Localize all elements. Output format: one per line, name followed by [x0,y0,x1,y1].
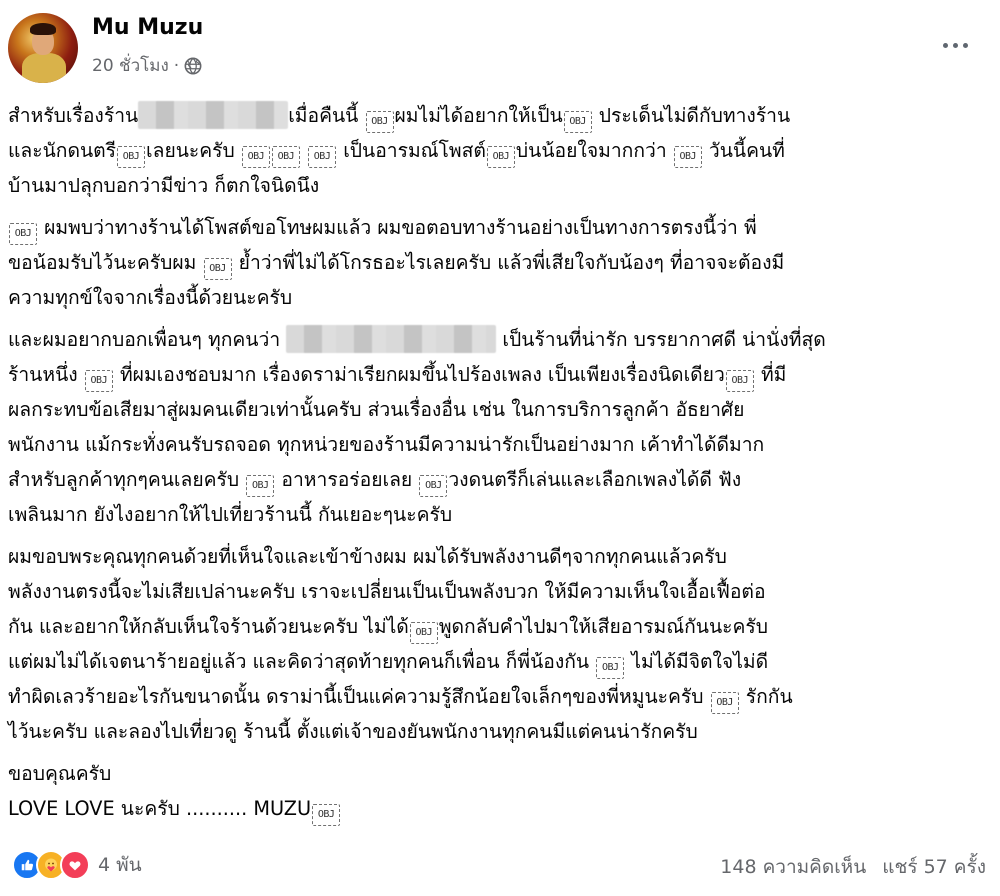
text-line: พลังงานตรงนี้จะไม่เสียเปล่านะครับ เราจะเ… [8,574,992,609]
share-count[interactable]: แชร์ 57 ครั้ง [882,852,986,882]
post-paragraph: ผมขอบพระคุณทุกคนด้วยที่เห็นใจและเข้าข้าง… [8,539,992,749]
missing-emoji-placeholder: OBJ [409,622,438,644]
post-header: Mu Muzu 20 ชั่วโมง · [0,0,1000,96]
text-line: สำหรับเรื่องร้าน เมื่อคืนนี้ OBJ ผมไม่ได้อ… [8,98,992,133]
text-line: ความทุกข์ใจจากเรื่องนี้ด้วยนะครับ [8,280,992,315]
facebook-post: Mu Muzu 20 ชั่วโมง · สำหรับเรื่องร้าน เมื… [0,0,1000,896]
text-segment: ผลกระทบข้อเสียมาสู่ผมคนเดียวเท่านั้นครับ… [8,398,745,421]
text-segment: พนักงาน แม้กระทั่งคนรับรถจอด ทุกหน่วยของ… [8,433,765,456]
text-segment: ร้านหนึ่ง [8,363,84,386]
text-line: ขอน้อมรับไว้นะครับผม OBJ ย้ำว่าพี่ไม่ได้… [8,245,992,280]
missing-emoji-placeholder: OBJ [84,370,113,392]
text-segment: และผมอยากบอกเพื่อนๆ ทุกคนว่า [8,328,287,351]
post-paragraph: และผมอยากบอกเพื่อนๆ ทุกคนว่า เป็นร้านที่… [8,322,992,532]
post-time[interactable]: 20 ชั่วโมง [92,52,169,79]
more-options-icon[interactable] [938,30,972,60]
post-paragraph: OBJ ผมพบว่าทางร้านได้โพสต์ขอโทษผมแล้ว ผม… [8,210,992,315]
post-stats: 148 ความคิดเห็น แชร์ 57 ครั้ง [720,852,986,882]
avatar[interactable] [8,13,78,83]
missing-emoji-placeholder: OBJ [725,370,754,392]
post-paragraph: ขอบคุณครับ LOVE LOVE นะครับ .......... MU… [8,756,992,826]
missing-emoji-placeholder: OBJ [312,804,341,826]
post-meta: 20 ชั่วโมง · [92,52,202,79]
text-segment: ขอบคุณครับ [8,762,112,785]
redacted-shop-name [138,101,289,129]
text-segment: รักกัน [739,685,793,708]
text-segment: ความทุกข์ใจจากเรื่องนี้ด้วยนะครับ [8,286,293,309]
text-line: กัน และอยากให้กลับเห็นใจร้านด้วยนะครับ ไ… [8,609,992,644]
text-segment: ประเด็นไม่ดีกับทางร้าน [592,104,791,127]
author-name[interactable]: Mu Muzu [92,15,203,40]
love-icon [60,850,90,880]
text-segment: ทำผิดเลวร้ายอะไรกันขนาดนั้น ดราม่านี้เป็… [8,685,710,708]
text-segment: ย้ำว่าพี่ไม่ได้โกรธอะไรเลยครับ แล้วพี่เส… [232,251,785,274]
text-line: บ้านมาปลุกบอกว่ามีข่าว ก็ตกใจนิดนึง [8,168,992,203]
text-line: พนักงาน แม้กระทั่งคนรับรถจอด ทุกหน่วยของ… [8,427,992,462]
text-line: ผมขอบพระคุณทุกคนด้วยที่เห็นใจและเข้าข้าง… [8,539,992,574]
comment-count[interactable]: 148 ความคิดเห็น [720,852,866,882]
text-line: ร้านหนึ่ง OBJ ที่ผมเองชอบมาก เรื่องดราม่… [8,357,992,392]
text-line: สำหรับลูกค้าทุกๆคนเลยครับ OBJ อาหารอร่อย… [8,462,992,497]
text-line: LOVE LOVE นะครับ .......... MUZU OBJ [8,791,992,826]
text-line: ผลกระทบข้อเสียมาสู่ผมคนเดียวเท่านั้นครับ… [8,392,992,427]
missing-emoji-placeholder: OBJ [563,111,592,133]
text-line: และนักดนตรี OBJ เลยนะครับ OBJ OBJ OBJ เป็นอ… [8,133,992,168]
text-segment: ขอน้อมรับไว้นะครับผม [8,251,203,274]
text-segment: บ้านมาปลุกบอกว่ามีข่าว ก็ตกใจนิดนึง [8,174,320,197]
text-segment: และนักดนตรี [8,139,117,162]
text-segment: เมื่อคืนนี้ [288,104,365,127]
text-line: ไว้นะครับ และลองไปเที่ยวดู ร้านนี้ ตั้งแ… [8,714,992,749]
text-segment: ที่มี [754,363,787,386]
post-text: สำหรับเรื่องร้าน เมื่อคืนนี้ OBJ ผมไม่ได้อ… [8,98,992,826]
text-segment: ผมขอบพระคุณทุกคนด้วยที่เห็นใจและเข้าข้าง… [8,545,727,568]
meta-separator: · [173,55,180,76]
text-line: ทำผิดเลวร้ายอะไรกันขนาดนั้น ดราม่านี้เป็… [8,679,992,714]
text-segment: อาหารอร่อยเลย [275,468,419,491]
text-line: และผมอยากบอกเพื่อนๆ ทุกคนว่า เป็นร้านที่… [8,322,992,357]
text-segment: พลังงานตรงนี้จะไม่เสียเปล่านะครับ เราจะเ… [8,580,766,603]
text-segment: สำหรับลูกค้าทุกๆคนเลยครับ [8,468,246,491]
text-segment: สำหรับเรื่องร้าน [8,104,139,127]
text-segment: เป็นร้านที่น่ารัก บรรยากาศดี น่านั่งที่ส… [496,328,826,351]
post-paragraph: สำหรับเรื่องร้าน เมื่อคืนนี้ OBJ ผมไม่ได้อ… [8,98,992,203]
missing-emoji-placeholder: OBJ [308,146,337,168]
missing-emoji-placeholder: OBJ [271,146,300,168]
missing-emoji-placeholder: OBJ [486,146,515,168]
text-segment: บ่นน้อยใจมากกว่า [515,139,673,162]
text-segment: ผมพบว่าทางร้านได้โพสต์ขอโทษผมแล้ว ผมขอตอ… [38,216,757,239]
missing-emoji-placeholder: OBJ [241,146,270,168]
reactions[interactable]: 4 พัน [12,850,142,880]
text-segment: วงดนตรีก็เล่นและเลือกเพลงได้ดี ฟัง [448,468,742,491]
missing-emoji-placeholder: OBJ [203,258,232,280]
text-segment: LOVE LOVE นะครับ .......... MUZU [8,797,312,820]
missing-emoji-placeholder: OBJ [117,146,146,168]
missing-emoji-placeholder: OBJ [710,692,739,714]
text-segment: วันนี้คนที่ [702,139,785,162]
text-segment: ไว้นะครับ และลองไปเที่ยวดู ร้านนี้ ตั้งแ… [8,720,698,743]
text-line: แต่ผมไม่ได้เจตนาร้ายอยู่แล้ว และคิดว่าสุ… [8,644,992,679]
text-line: OBJ ผมพบว่าทางร้านได้โพสต์ขอโทษผมแล้ว ผม… [8,210,992,245]
text-segment: ไม่ได้มีจิตใจไม่ดี [625,650,769,673]
missing-emoji-placeholder: OBJ [419,475,448,497]
text-segment [301,139,307,162]
missing-emoji-placeholder: OBJ [365,111,394,133]
text-segment: แต่ผมไม่ได้เจตนาร้ายอยู่แล้ว และคิดว่าสุ… [8,650,596,673]
text-segment: ผมไม่ได้อยากให้เป็น [394,104,563,127]
text-segment: เลยนะครับ [146,139,241,162]
missing-emoji-placeholder: OBJ [673,146,702,168]
text-segment: พูดกลับคำไปมาให้เสียอารมณ์กันนะครับ [438,615,768,638]
text-segment: กัน และอยากให้กลับเห็นใจร้านด้วยนะครับ ไ… [8,615,409,638]
text-segment: เป็นอารมณ์โพสต์ [337,139,486,162]
text-line: ขอบคุณครับ [8,756,992,791]
missing-emoji-placeholder: OBJ [596,657,625,679]
reaction-count: 4 พัน [98,854,142,876]
text-segment: ที่ผมเองชอบมาก เรื่องดราม่าเรียกผมขึ้นไป… [113,363,725,386]
text-segment: เพลินมาก ยังไงอยากให้ไปเที่ยวร้านนี้ กัน… [8,503,453,526]
text-line: เพลินมาก ยังไงอยากให้ไปเที่ยวร้านนี้ กัน… [8,497,992,532]
redacted-shop-name [286,325,497,353]
globe-icon [184,57,202,74]
missing-emoji-placeholder: OBJ [246,475,275,497]
post-footer: 4 พัน 148 ความคิดเห็น แชร์ 57 ครั้ง [0,840,1000,890]
missing-emoji-placeholder: OBJ [9,223,37,245]
